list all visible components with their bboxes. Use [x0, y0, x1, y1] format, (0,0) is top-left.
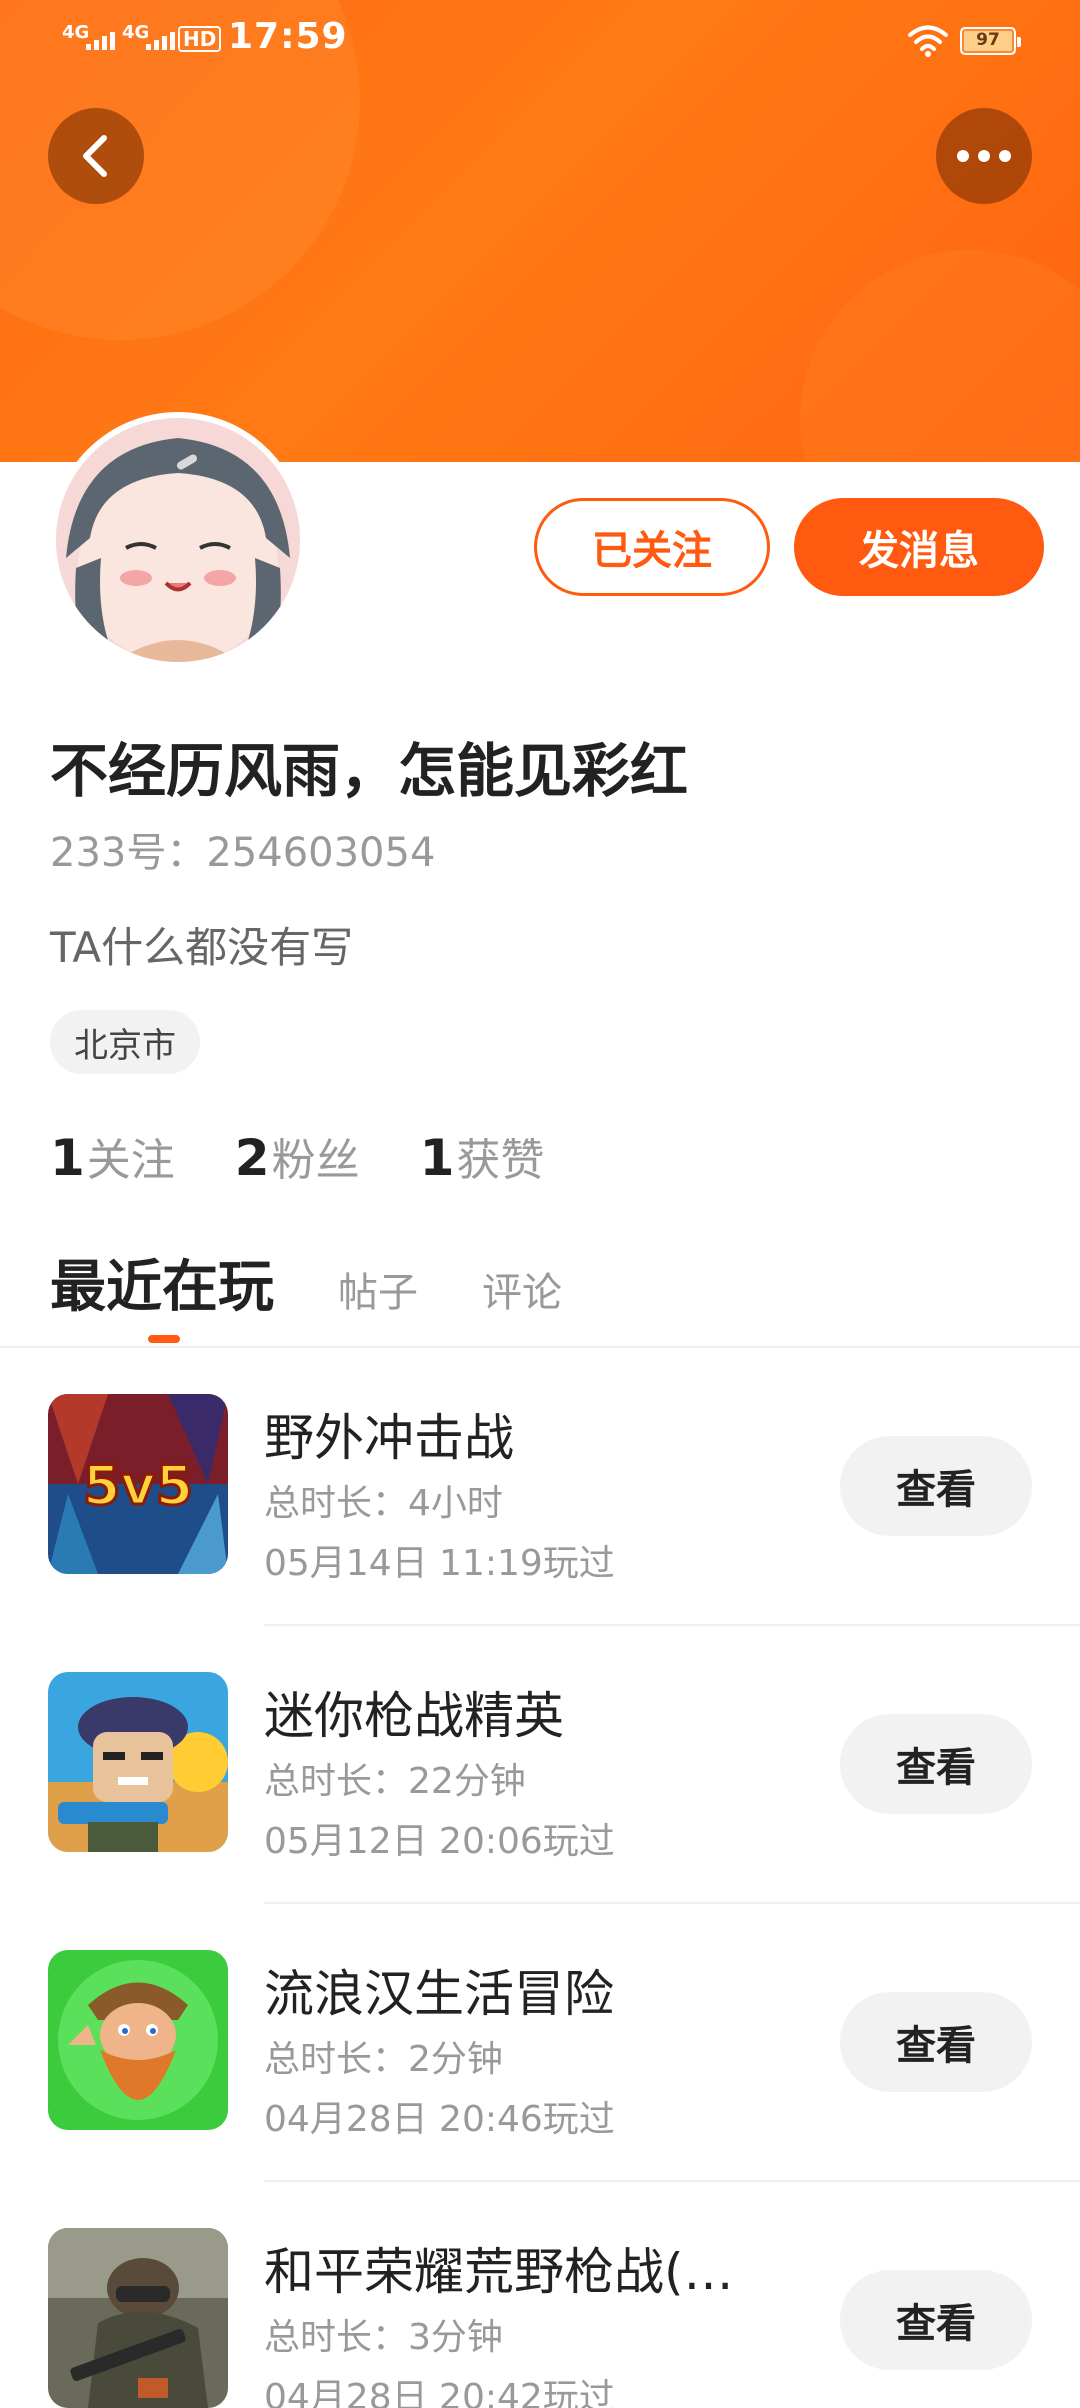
game-icon: 5v5 — [48, 1394, 228, 1574]
game-duration: 总时长：4小时 — [264, 1483, 503, 1524]
game-name: 流浪汉生活冒险 — [264, 1965, 614, 2023]
game-name: 迷你枪战精英 — [264, 1687, 564, 1745]
game-last-played: 04月28日 20:46玩过 — [264, 2099, 615, 2140]
game-last-played: 05月12日 20:06玩过 — [264, 1821, 615, 1862]
likes-label: 获赞 — [456, 1135, 545, 1186]
status-bar: 4G 4G HD 17:59 97 — [0, 0, 1080, 82]
tab-comments[interactable]: 评论 — [482, 1260, 562, 1318]
send-message-button[interactable]: 发消息 — [794, 498, 1044, 596]
game-last-played: 05月14日 11:19玩过 — [264, 1543, 615, 1584]
game-last-played: 04月28日 20:42玩过 — [264, 2377, 615, 2408]
view-button[interactable]: 查看 — [840, 1992, 1032, 2092]
more-dots-icon — [957, 150, 1011, 162]
list-item[interactable]: 流浪汉生活冒险 总时长：2分钟 04月28日 20:46玩过 查看 — [0, 1904, 1080, 2182]
svg-text:5v5: 5v5 — [83, 1454, 193, 1517]
user-nickname: 不经历风雨，怎能见彩红 — [50, 737, 689, 805]
signal-icon-2 — [146, 32, 175, 50]
hd-badge: HD — [178, 26, 222, 52]
list-item[interactable]: 5v5 野外冲击战 总时长：4小时 05月14日 11:19玩过 查看 — [0, 1348, 1080, 1626]
battery-icon: 97 — [960, 27, 1021, 55]
avatar-image — [56, 418, 300, 662]
user-bio: TA什么都没有写 — [50, 923, 354, 972]
view-button[interactable]: 查看 — [840, 1714, 1032, 1814]
user-id: 233号：254603054 — [50, 830, 436, 876]
tab-posts[interactable]: 帖子 — [338, 1260, 418, 1318]
tab-indicator — [148, 1335, 180, 1343]
following-stat[interactable]: 1 关注 — [50, 1124, 175, 1188]
game-icon — [48, 1950, 228, 2130]
avatar[interactable] — [50, 412, 306, 668]
wifi-icon — [908, 25, 948, 57]
view-button[interactable]: 查看 — [840, 2270, 1032, 2370]
tab-recently-played[interactable]: 最近在玩 — [50, 1242, 274, 1323]
signal-icon — [86, 32, 115, 50]
clock: 17:59 — [228, 16, 348, 57]
list-item[interactable]: 迷你枪战精英 总时长：22分钟 05月12日 20:06玩过 查看 — [0, 1626, 1080, 1904]
following-count: 1 — [50, 1129, 85, 1187]
region-tag: 北京市 — [50, 1010, 200, 1074]
profile-tabs: 最近在玩 帖子 评论 — [50, 1242, 562, 1323]
back-button[interactable] — [48, 108, 144, 204]
profile-banner: 4G 4G HD 17:59 97 — [0, 0, 1080, 462]
list-item[interactable]: 和平荣耀荒野枪战(… 总时长：3分钟 04月28日 20:42玩过 查看 — [0, 2182, 1080, 2408]
game-name: 野外冲击战 — [264, 1409, 514, 1467]
likes-count: 1 — [419, 1129, 455, 1187]
battery-level: 97 — [976, 30, 1000, 50]
game-name: 和平荣耀荒野枪战(… — [264, 2243, 734, 2301]
likes-stat: 1 获赞 — [420, 1124, 545, 1188]
view-button[interactable]: 查看 — [840, 1436, 1032, 1536]
user-stats: 1 关注 2 粉丝 1 获赞 — [50, 1124, 544, 1188]
game-duration: 总时长：22分钟 — [264, 1761, 526, 1802]
followed-button[interactable]: 已关注 — [534, 498, 770, 596]
following-label: 关注 — [86, 1135, 175, 1186]
fans-count: 2 — [234, 1129, 270, 1187]
game-duration: 总时长：3分钟 — [264, 2317, 503, 2358]
recent-games-list: 5v5 野外冲击战 总时长：4小时 05月14日 11:19玩过 查看 迷你枪战… — [0, 1348, 1080, 2408]
game-duration: 总时长：2分钟 — [264, 2039, 503, 2080]
game-icon — [48, 2228, 228, 2408]
game-icon — [48, 1672, 228, 1852]
more-button[interactable] — [936, 108, 1032, 204]
fans-stat[interactable]: 2 粉丝 — [235, 1124, 360, 1188]
fans-label: 粉丝 — [271, 1135, 360, 1186]
chevron-left-icon — [83, 135, 107, 177]
